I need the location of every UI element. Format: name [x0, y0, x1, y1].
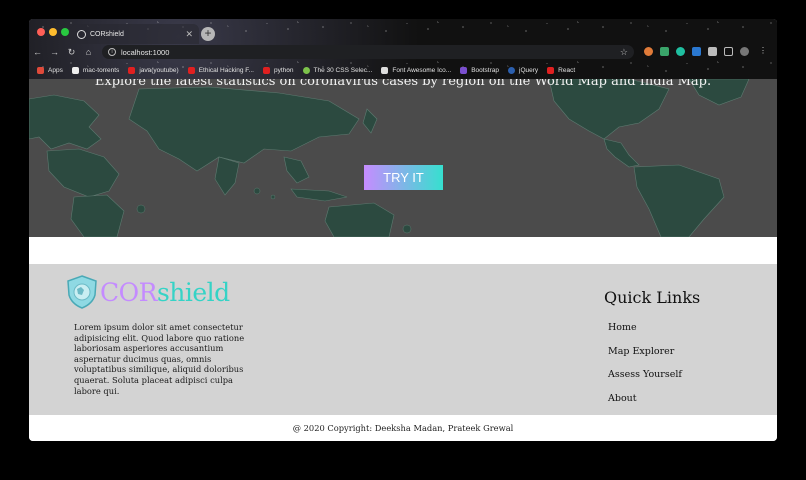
bookmark-item[interactable]: Apps [37, 66, 63, 74]
maximize-window-button[interactable] [61, 28, 69, 36]
quick-link-home[interactable]: Home [608, 322, 682, 346]
brand-logo[interactable]: CORshield [66, 275, 230, 309]
hero-section: Explore the latest statistics on coronav… [29, 79, 777, 237]
map-region-asia [128, 86, 360, 172]
puzzle-icon[interactable] [708, 47, 717, 56]
url-text: localhost:1000 [121, 47, 170, 57]
map-region-india [214, 156, 240, 196]
quick-links-title: Quick Links [604, 288, 701, 307]
jquery-icon [508, 66, 516, 74]
section-spacer [29, 237, 777, 264]
quick-links-list: Home Map Explorer Assess Yourself About [608, 322, 682, 416]
close-window-button[interactable] [37, 28, 45, 36]
map-region-central-america [603, 138, 640, 168]
page-icon [71, 66, 79, 74]
map-region-japan [362, 108, 378, 134]
copyright-text: @ 2020 Copyright: Deeksha Madan, Prateek… [29, 415, 777, 441]
avatar[interactable] [740, 47, 749, 56]
bookmark-item[interactable]: The 30 CSS Selec... [302, 66, 372, 74]
quick-link-about[interactable]: About [608, 393, 682, 417]
browser-tab[interactable]: CORshield ✕ [71, 24, 199, 44]
youtube-icon [262, 66, 270, 74]
map-region-africa-south [70, 194, 125, 237]
apps-grid-icon [37, 66, 44, 74]
map-region-europe [29, 94, 102, 150]
bookmark-item[interactable]: Ethical Hacking F... [187, 66, 254, 74]
try-it-button[interactable]: TRY IT [364, 165, 443, 190]
hero-tagline: Explore the latest statistics on coronav… [94, 79, 712, 89]
extension-icon[interactable] [676, 47, 685, 56]
about-text: Lorem ipsum dolor sit amet consectetur a… [74, 322, 245, 396]
world-map-graphic [29, 79, 750, 237]
browser-window: CORshield ✕ + ← → ↻ ⌂ i localhost:1000 ☆… [29, 19, 777, 441]
bookmark-star-icon[interactable]: ☆ [620, 47, 628, 58]
tab-title: CORshield [90, 30, 124, 38]
map-region-indonesia [290, 188, 348, 202]
bookmark-item[interactable]: jQuery [508, 66, 538, 74]
bookmark-item[interactable]: Font Awesome Ico... [381, 66, 451, 74]
bookmark-item[interactable]: React [547, 66, 575, 74]
new-tab-button[interactable]: + [201, 27, 215, 41]
youtube-icon [187, 66, 195, 74]
flag-icon [381, 66, 389, 74]
bookmark-item[interactable]: python [262, 66, 294, 74]
footer: CORshield Lorem ipsum dolor sit amet con… [29, 264, 777, 415]
forward-icon[interactable]: → [46, 47, 63, 57]
reload-icon[interactable]: ↻ [63, 47, 80, 58]
youtube-icon [128, 66, 136, 74]
minimize-window-button[interactable] [49, 28, 57, 36]
bookmark-item[interactable]: mac-torrents [71, 66, 119, 74]
bookmark-item[interactable]: Bootstrap [460, 66, 499, 74]
bookmarks-bar: Apps mac-torrents java(youtube) Ethical … [29, 62, 777, 78]
brand-name: CORshield [100, 278, 230, 307]
back-icon[interactable]: ← [29, 47, 46, 57]
brand-name-part2: shield [156, 277, 230, 307]
map-region-southeast-asia [283, 156, 310, 184]
address-bar[interactable]: i localhost:1000 ☆ [102, 45, 634, 59]
map-region-africa-north [46, 148, 120, 198]
browser-toolbar: ← → ↻ ⌂ i localhost:1000 ☆ ⋮ [29, 43, 777, 61]
map-region-south-america [633, 164, 725, 237]
extension-icon[interactable] [692, 47, 701, 56]
quick-link-assess-yourself[interactable]: Assess Yourself [608, 369, 682, 393]
extension-icon[interactable] [660, 47, 669, 56]
globe-icon [77, 29, 86, 39]
shield-logo-icon [67, 275, 97, 309]
tab-close-icon[interactable]: ✕ [185, 29, 193, 40]
bookmark-item[interactable]: java(youtube) [128, 66, 179, 74]
brand-name-part1: COR [100, 277, 157, 307]
bootstrap-icon [460, 66, 468, 74]
map-region-australia [324, 202, 395, 237]
quick-link-map-explorer[interactable]: Map Explorer [608, 346, 682, 370]
youtube-icon [547, 66, 555, 74]
cast-icon[interactable] [724, 47, 733, 56]
menu-dots-icon[interactable]: ⋮ [759, 47, 768, 56]
leaf-icon [302, 66, 310, 74]
site-info-icon[interactable]: i [108, 48, 116, 56]
browser-chrome: CORshield ✕ + ← → ↻ ⌂ i localhost:1000 ☆… [29, 19, 777, 79]
extension-icon[interactable] [644, 47, 653, 56]
home-icon[interactable]: ⌂ [80, 47, 97, 57]
